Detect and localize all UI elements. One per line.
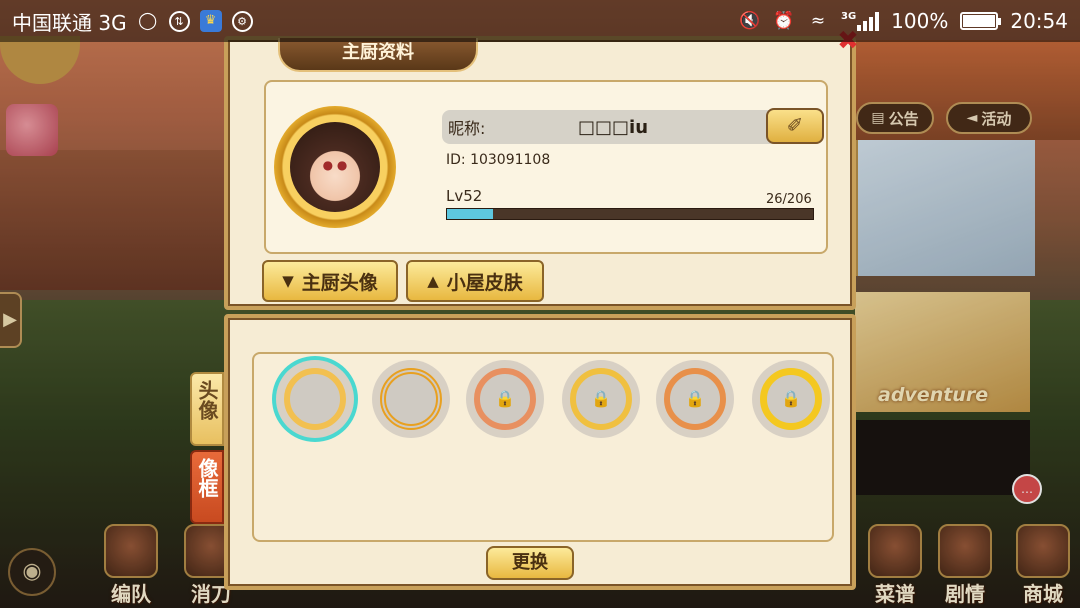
lock-icon: 🔒 xyxy=(781,389,801,408)
player-id: ID: 103091108 xyxy=(446,152,551,168)
mute-icon: 🔇 xyxy=(739,11,761,31)
settings-icon: ⚙ xyxy=(231,10,253,32)
sync-icon: ⇅ xyxy=(168,10,190,32)
frames-grid: 🔒 🔒 🔒 🔒 xyxy=(252,352,834,542)
triangle-down-icon: ▼ xyxy=(282,272,294,290)
exp-label: 26/206 xyxy=(766,192,812,207)
carrier-label: 中国联通 3G xyxy=(12,10,127,35)
frame-option-5[interactable]: 🔒 xyxy=(656,360,734,438)
frame-option-4[interactable]: 🔒 xyxy=(562,360,640,438)
edit-nickname-button[interactable]: ✐ xyxy=(766,108,824,144)
tab-avatar[interactable]: 头像 xyxy=(190,372,224,446)
triangle-up-icon: ▲ xyxy=(427,272,439,290)
battery-icon xyxy=(960,12,1002,30)
tab-frame[interactable]: 像框 xyxy=(190,450,224,524)
lock-icon: 🔒 xyxy=(495,389,515,408)
frame-option-3[interactable]: 🔒 xyxy=(466,360,544,438)
crown-icon: ♛ xyxy=(199,10,222,32)
frames-panel: 🔒 🔒 🔒 🔒 更换 xyxy=(224,314,856,590)
battery-percent: 100% xyxy=(891,9,949,33)
wifi-icon: ≈ xyxy=(810,11,826,31)
panel-title: 主厨资料 xyxy=(278,38,478,72)
alarm-icon: ⏰ xyxy=(773,11,795,31)
avatar-frame[interactable]: ● ● xyxy=(274,106,396,228)
frame-option-2[interactable] xyxy=(372,360,450,438)
status-bar: 中国联通 3G ◯ ⇅ ♛ ⚙ 🔇 ⏰ ≈ 3G 100% 20:54 xyxy=(0,0,1080,42)
clock: 20:54 xyxy=(1010,9,1068,33)
lock-icon: 🔒 xyxy=(591,389,611,408)
nickname-label: 昵称: xyxy=(448,119,486,138)
house-skin-button[interactable]: ▲ 小屋皮肤 xyxy=(406,260,544,302)
nickname-bar: 昵称: □□□iu xyxy=(442,110,778,144)
message-icon: ◯ xyxy=(138,11,158,31)
signal-icon: 3G xyxy=(841,11,880,31)
frame-option-6[interactable]: 🔒 xyxy=(752,360,830,438)
nickname-value: □□□iu xyxy=(578,116,649,138)
brush-icon: ✐ xyxy=(786,113,804,137)
change-button[interactable]: 更换 xyxy=(486,546,574,580)
frame-option-1[interactable] xyxy=(276,360,354,438)
profile-card: ● ● 昵称: □□□iu ✐ ID: 103091108 Lv52 26/20… xyxy=(264,80,828,254)
network-tag: 3G xyxy=(841,11,857,22)
exp-bar xyxy=(446,208,814,220)
exp-bar-fill xyxy=(447,209,494,219)
chef-avatar-button[interactable]: ▼ 主厨头像 xyxy=(262,260,398,302)
level-label: Lv52 xyxy=(446,187,483,205)
lock-icon: 🔒 xyxy=(685,389,705,408)
chef-profile-panel: 主厨资料 ● ● 昵称: □□□iu ✐ ID: 103091108 Lv52 … xyxy=(224,36,856,310)
avatar: ● ● xyxy=(290,122,380,212)
